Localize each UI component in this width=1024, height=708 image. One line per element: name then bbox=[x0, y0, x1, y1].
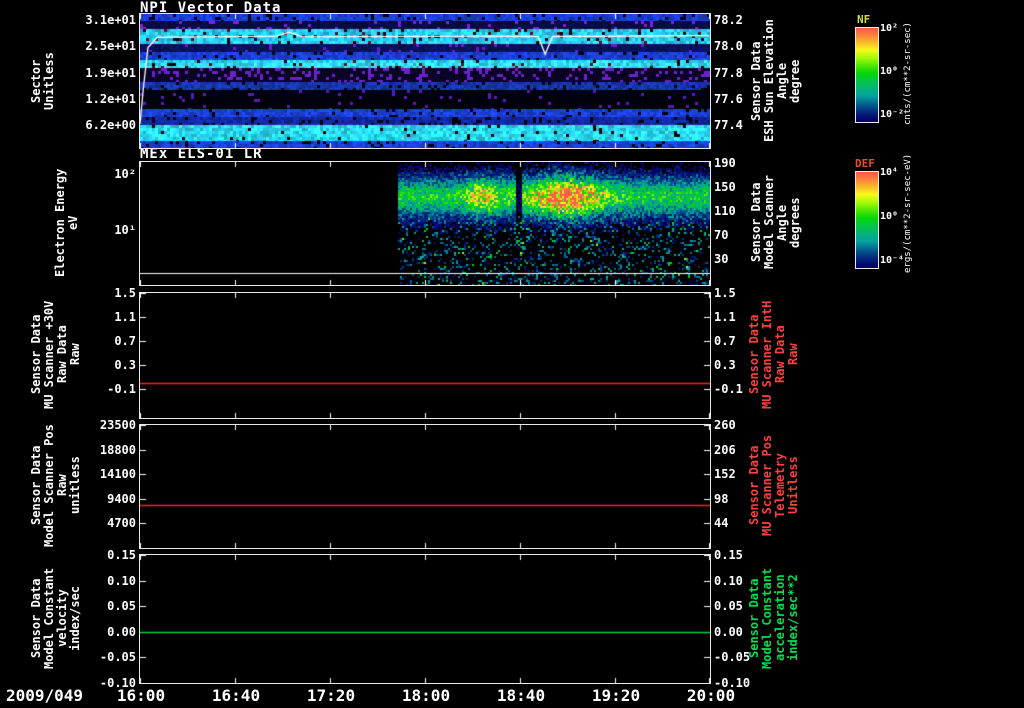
time-tick-label: 18:00 bbox=[401, 686, 451, 705]
panel3-left-axis-label: Sensor Data MU Scanner +30V Raw Data Raw bbox=[29, 292, 82, 417]
y-tick-label: 77.6 bbox=[714, 92, 743, 106]
axis-label-line: cnts/(cm**2-sr-sec) bbox=[903, 22, 913, 126]
y-tick-label: 0.10 bbox=[714, 574, 743, 588]
y-tick-label: 18800 bbox=[99, 443, 136, 457]
y-tick-label: 77.8 bbox=[714, 66, 743, 80]
y-tick-label: 3.1e+01 bbox=[85, 13, 136, 27]
mu-scanner-raw-plot-canvas bbox=[139, 292, 711, 419]
y-tick-label: -0.1 bbox=[107, 382, 136, 396]
y-tick-label: 110 bbox=[714, 204, 736, 218]
y-tick-label: 23500 bbox=[99, 418, 136, 432]
y-tick-label: 10¹ bbox=[114, 223, 136, 237]
panel5-left-axis-label: Sensor Data Model Constant velocity inde… bbox=[29, 554, 82, 682]
y-tick-label: -0.1 bbox=[714, 382, 743, 396]
time-tick-label: 19:20 bbox=[591, 686, 641, 705]
y-tick-label: -0.05 bbox=[714, 650, 751, 664]
model-constant-velocity-plot-canvas bbox=[139, 554, 711, 684]
nf-colorbar-unit: cnts/(cm**2-sr-sec) bbox=[903, 20, 913, 128]
time-tick-label: 17:20 bbox=[306, 686, 356, 705]
y-tick-label: 0.3 bbox=[714, 358, 736, 372]
y-tick-label: 206 bbox=[714, 443, 736, 457]
y-tick-label: 0.10 bbox=[107, 574, 136, 588]
y-tick-label: 0.3 bbox=[114, 358, 136, 372]
axis-label-line: eV bbox=[66, 215, 80, 230]
panel5-right-axis-label: Sensor Data Model Constant acceleration … bbox=[747, 554, 800, 682]
y-tick-label: 98 bbox=[714, 492, 729, 506]
npi-spectrogram-canvas bbox=[139, 13, 711, 149]
y-tick-label: 4700 bbox=[107, 516, 136, 530]
y-tick-label: 0.00 bbox=[107, 625, 136, 639]
y-tick-label: 6.2e+00 bbox=[85, 118, 136, 132]
y-tick-label: 260 bbox=[714, 418, 736, 432]
panel2-left-axis-label: Electron Energy eV bbox=[53, 161, 80, 284]
y-tick-label: 0.15 bbox=[714, 548, 743, 562]
colorbar-tick-label: 10⁰ bbox=[880, 66, 899, 77]
time-tick-label: 16:40 bbox=[211, 686, 261, 705]
y-tick-label: 0.05 bbox=[107, 599, 136, 613]
y-tick-label: 30 bbox=[714, 252, 729, 266]
y-tick-label: 1.1 bbox=[114, 310, 136, 324]
axis-label-line: Unitless bbox=[786, 456, 800, 515]
y-tick-label: 78.0 bbox=[714, 39, 743, 53]
panel4-left-axis-label: Sensor Data Model Scanner Pos Raw unitle… bbox=[29, 424, 82, 547]
y-tick-label: 70 bbox=[714, 228, 729, 242]
axis-label-line: Raw bbox=[786, 343, 800, 366]
panel1-left-axis-label: Sector Unitless bbox=[29, 14, 56, 148]
model-scanner-pos-plot-canvas bbox=[139, 424, 711, 549]
time-tick-label: 20:00 bbox=[686, 686, 736, 705]
y-tick-label: 0.7 bbox=[714, 334, 736, 348]
y-tick-label: 10² bbox=[114, 167, 136, 181]
y-tick-label: 14100 bbox=[99, 467, 136, 481]
panel4-right-axis-label: Sensor Data MU Scanner Pos Telemetry Uni… bbox=[747, 424, 800, 547]
colorbar-tick-label: 10⁻⁴ bbox=[880, 255, 905, 266]
y-tick-label: 152 bbox=[714, 467, 736, 481]
y-tick-label: -0.05 bbox=[99, 650, 136, 664]
panel2-right-axis-label: Sensor Data Model Scanner Angle degrees bbox=[749, 161, 802, 284]
axis-label-line: index/sec**2 bbox=[786, 574, 800, 662]
axis-label-line: ergs/(cm**2-sr-sec-eV) bbox=[903, 153, 913, 273]
axis-label-line: degree bbox=[788, 59, 802, 103]
axis-label-line: index/sec bbox=[68, 585, 82, 651]
y-tick-label: 0.7 bbox=[114, 334, 136, 348]
def-colorbar-canvas bbox=[855, 171, 879, 269]
y-tick-label: 1.1 bbox=[714, 310, 736, 324]
time-tick-label: 16:00 bbox=[116, 686, 166, 705]
panel3-right-axis-label: Sensor Data MU Scanner IntH Raw Data Raw bbox=[747, 292, 800, 417]
y-tick-label: 190 bbox=[714, 156, 736, 170]
def-colorbar-unit: ergs/(cm**2-sr-sec-eV) bbox=[903, 153, 913, 273]
y-tick-label: 1.2e+01 bbox=[85, 92, 136, 106]
axis-label-line: Raw bbox=[68, 343, 82, 366]
nf-colorbar-title: NF bbox=[857, 13, 871, 26]
axis-label-line: degrees bbox=[788, 197, 802, 248]
colorbar-tick-label: 10⁴ bbox=[880, 167, 899, 178]
y-tick-label: 2.5e+01 bbox=[85, 39, 136, 53]
colorbar-tick-label: 10⁰ bbox=[880, 211, 899, 222]
y-tick-label: 9400 bbox=[107, 492, 136, 506]
plot-stack: NPI Vector Data MEx ELS-01 LR 3.1e+01 2.… bbox=[0, 0, 1024, 708]
y-tick-label: 77.4 bbox=[714, 118, 743, 132]
y-tick-label: 78.2 bbox=[714, 13, 743, 27]
y-tick-label: 150 bbox=[714, 180, 736, 194]
y-tick-label: 0.00 bbox=[714, 625, 743, 639]
y-tick-label: 0.05 bbox=[714, 599, 743, 613]
y-tick-label: 0.15 bbox=[107, 548, 136, 562]
colorbar-tick-label: 10⁻² bbox=[880, 109, 905, 120]
axis-label-line: unitless bbox=[68, 456, 82, 515]
axis-label-line: Unitless bbox=[42, 52, 56, 110]
y-tick-label: 1.5 bbox=[114, 286, 136, 300]
els-spectrogram-canvas bbox=[139, 161, 711, 286]
date-label: 2009/049 bbox=[6, 686, 84, 705]
nf-colorbar-canvas bbox=[855, 27, 879, 123]
y-tick-label: 1.5 bbox=[714, 286, 736, 300]
y-tick-label: 1.9e+01 bbox=[85, 66, 136, 80]
panel1-right-axis-label: Sensor Data ESH Sun Elevation Angle degr… bbox=[749, 14, 802, 148]
time-tick-label: 18:40 bbox=[496, 686, 546, 705]
colorbar-tick-label: 10² bbox=[880, 23, 899, 34]
y-tick-label: 44 bbox=[714, 516, 729, 530]
def-colorbar-title: DEF bbox=[855, 157, 875, 170]
